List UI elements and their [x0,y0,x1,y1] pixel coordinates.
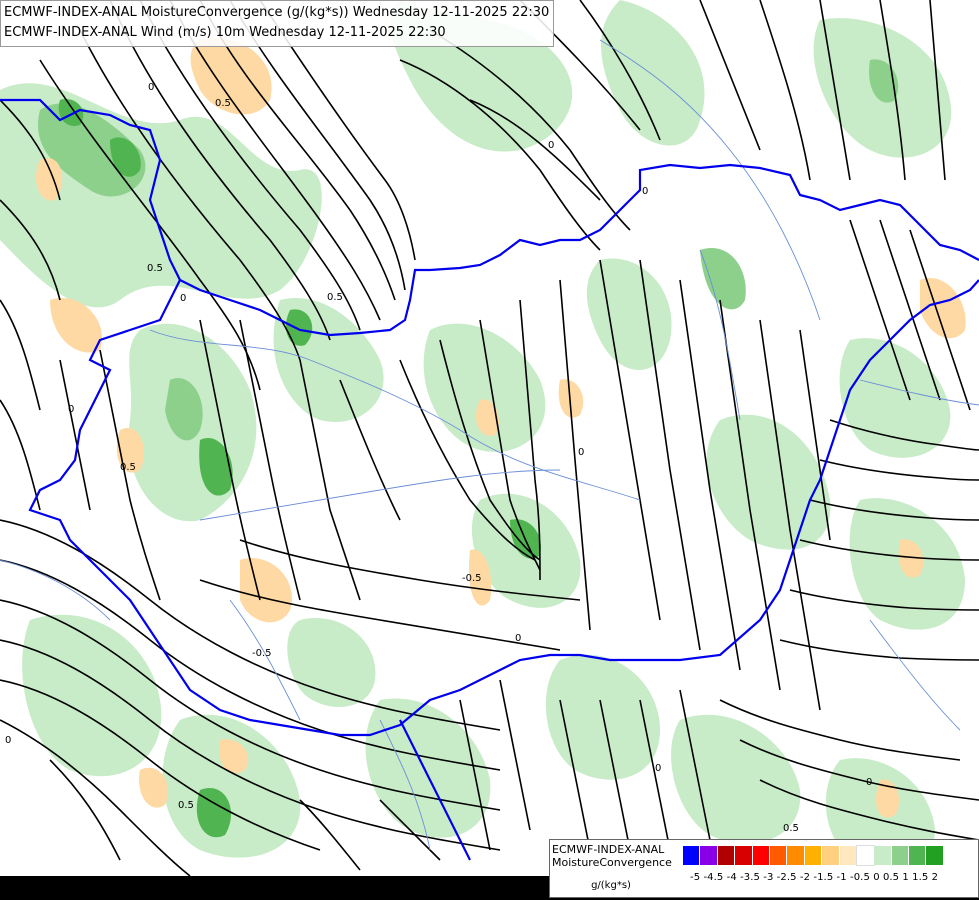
contour-label: 0 [68,404,75,415]
contour-label: 0 [642,186,649,197]
legend-swatch [700,846,718,865]
legend-swatch [787,846,805,865]
legend-swatch [891,846,910,865]
legend-tick-labels: -5 -4.5 -4 -3.5 -3 -2.5 -2 -1.5 -1 -0.5 … [690,872,939,883]
title-wind: ECMWF-INDEX-ANAL Wind (m/s) 10m Wednesda… [4,25,446,40]
weather-map[interactable]: 0.5 0 0.5 0 0.5 0 -0.5 0 0.5 0 0 -0.5 0 … [0,0,979,876]
legend-swatch [752,846,770,865]
legend-swatch [735,846,753,865]
contour-label: 0.5 [215,98,231,109]
legend-swatch [769,846,788,865]
legend-swatch [804,846,823,865]
contour-label: 0.5 [783,823,799,834]
contour-label: 0 [148,82,155,93]
legend-swatch [909,846,927,865]
contour-label: 0.5 [327,292,343,303]
contour-label: 0.5 [147,263,163,274]
title-moisture-convergence: ECMWF-INDEX-ANAL MoistureConvergence (g/… [4,5,550,20]
legend-swatch [926,846,944,865]
contour-label: 0 [578,447,585,458]
contour-label: 0 [180,293,187,304]
legend-model: ECMWF-INDEX-ANAL [552,843,665,856]
legend-unit: g/(kg*s) [591,880,631,891]
legend-swatch [855,845,876,866]
contour-label: -0.5 [462,573,482,584]
legend-swatch [822,846,840,865]
contour-label: 0 [548,140,555,151]
contour-label: 0 [515,633,522,644]
legend-swatch [717,846,736,865]
legend-swatch [683,846,701,865]
contour-label: 0 [655,763,662,774]
convergence-fills [0,0,966,868]
map-title-box: ECMWF-INDEX-ANAL MoistureConvergence (g/… [0,0,555,47]
map-canvas [0,0,979,876]
color-legend: ECMWF-INDEX-ANAL MoistureConvergence g/(… [549,839,979,898]
legend-caption: ECMWF-INDEX-ANAL MoistureConvergence [552,843,674,869]
contour-label: 0 [5,735,12,746]
legend-color-bar [683,845,944,866]
contour-label: 0 [866,777,873,788]
contour-label: 0.5 [120,462,136,473]
contour-label: 0.5 [178,800,194,811]
legend-swatch [874,846,892,865]
legend-variable: MoistureConvergence [552,856,672,869]
contour-label: -0.5 [252,648,272,659]
legend-swatch [839,846,857,865]
